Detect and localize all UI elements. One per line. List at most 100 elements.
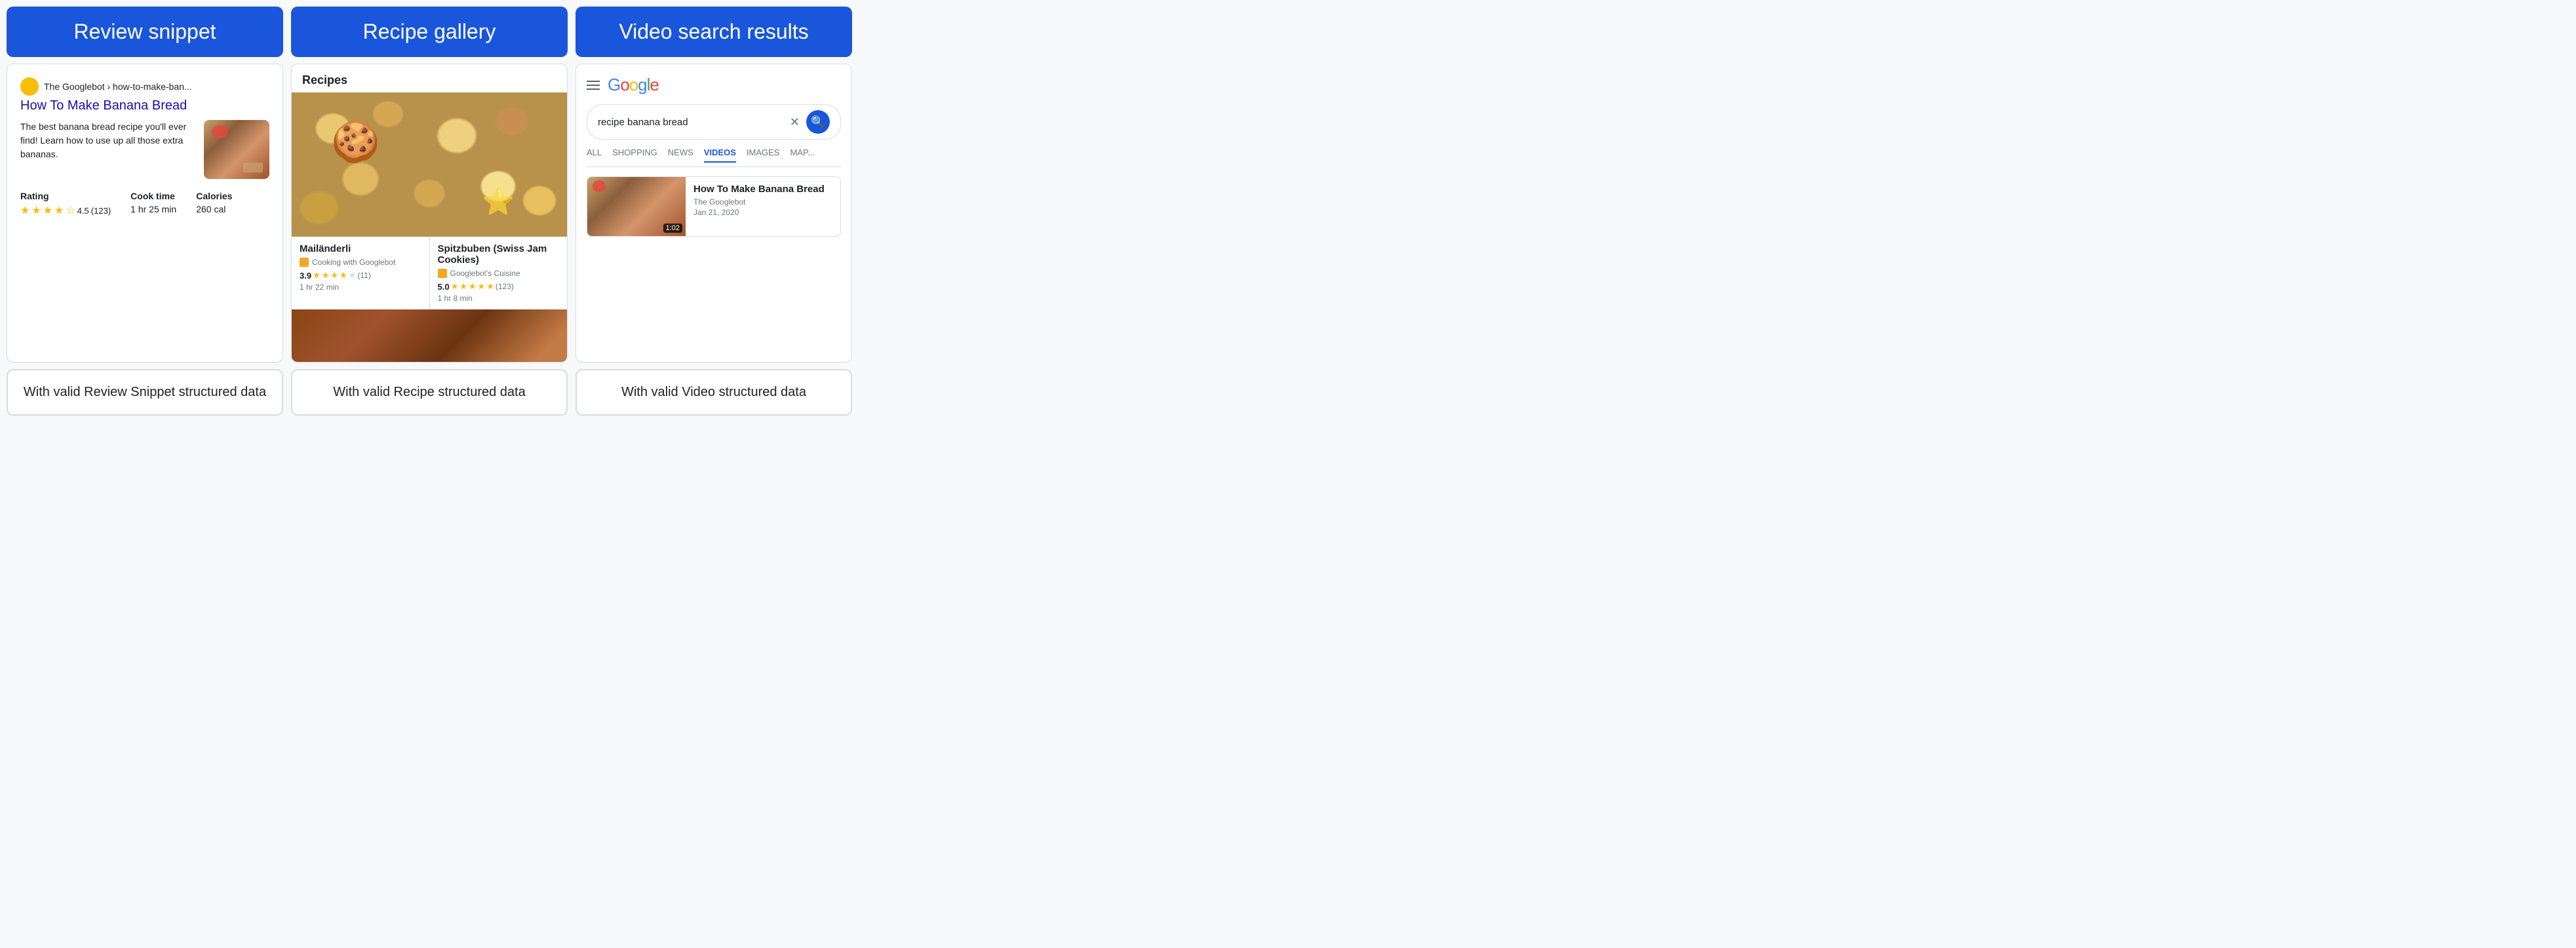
video-search-card: Google recipe banana bread ✕ 🔍 ALL SHOPP… (576, 64, 852, 363)
video-duration: 1:02 (663, 224, 682, 233)
recipe-gallery-bottom-label: With valid Recipe structured data (291, 369, 568, 416)
cook-time-stat: Cook time 1 hr 25 min (130, 191, 176, 217)
recipe-gallery-card: Recipes Mailänderli Cooking with Googleb… (291, 64, 568, 363)
recipe-main-image (292, 92, 567, 237)
recipe-item-1-source-row: Cooking with Googlebot (300, 258, 421, 267)
review-snippet-card: The Googlebot › how-to-make-ban... How T… (7, 64, 283, 363)
star-half: ☆ (66, 204, 75, 217)
video-top-bar: Google (587, 75, 841, 95)
review-snippet-title: Review snippet (74, 20, 216, 43)
recipe-item-2-star-2: ★ (459, 281, 467, 292)
recipe-item-2-source: Googlebot's Cuisine (450, 269, 520, 278)
recipe-item-2-source-icon (438, 269, 447, 278)
recipe-item-1[interactable]: Mailänderli Cooking with Googlebot 3.9 ★… (292, 237, 430, 309)
recipe-item-2-count: (123) (496, 282, 514, 291)
search-tabs: ALL SHOPPING NEWS VIDEOS IMAGES MAP... (587, 148, 841, 167)
hamburger-line-2 (587, 85, 600, 86)
food-image-placeholder (204, 120, 269, 179)
video-search-title: Video search results (619, 20, 808, 43)
cook-time-label: Cook time (130, 191, 176, 201)
tab-videos[interactable]: VIDEOS (704, 148, 736, 163)
star-4: ★ (54, 204, 64, 217)
star-1: ★ (20, 204, 29, 217)
recipe-item-2[interactable]: Spitzbuben (Swiss Jam Cookies) Googlebot… (430, 237, 568, 309)
video-search-bottom-label: With valid Video structured data (576, 369, 852, 416)
review-food-image (204, 120, 269, 179)
hamburger-line-1 (587, 81, 600, 82)
review-snippet-column: Review snippet The Googlebot › how-to-ma… (7, 7, 283, 416)
video-search-header: Video search results (576, 7, 852, 57)
hamburger-line-3 (587, 89, 600, 90)
recipe-item-1-star-5: ★ (349, 270, 357, 281)
tab-news[interactable]: NEWS (668, 148, 693, 163)
recipe-item-1-star-4: ★ (340, 270, 347, 281)
video-thumbnail: 1:02 (587, 177, 686, 236)
recipe-item-2-source-row: Googlebot's Cuisine (438, 269, 560, 278)
recipe-item-1-star-3: ★ (330, 270, 338, 281)
recipe-gallery-title: Recipe gallery (363, 20, 496, 43)
video-result[interactable]: 1:02 How To Make Banana Bread The Google… (587, 176, 841, 237)
tab-maps[interactable]: MAP... (790, 148, 814, 163)
video-channel: The Googlebot (693, 197, 834, 207)
review-body-row: The best banana bread recipe you'll ever… (20, 120, 269, 179)
tab-all[interactable]: ALL (587, 148, 602, 163)
review-title[interactable]: How To Make Banana Bread (20, 98, 269, 113)
star-3: ★ (43, 204, 52, 217)
recipe-item-1-source: Cooking with Googlebot (312, 258, 395, 267)
recipe-item-2-star-4: ★ (478, 281, 486, 292)
review-site-row: The Googlebot › how-to-make-ban... (20, 77, 269, 96)
rating-label: Rating (20, 191, 111, 201)
cookies-background (292, 92, 567, 237)
recipe-item-2-name: Spitzbuben (Swiss Jam Cookies) (438, 243, 560, 266)
video-title: How To Make Banana Bread (693, 184, 834, 195)
recipe-second-image (292, 309, 567, 362)
video-search-column: Video search results Google recipe banan… (576, 7, 852, 416)
cook-time-value: 1 hr 25 min (130, 204, 176, 214)
tab-images[interactable]: IMAGES (747, 148, 780, 163)
review-stats: Rating ★ ★ ★ ★ ☆ 4.5 (123) Cook time 1 h… (20, 191, 269, 217)
recipe-section-title: Recipes (292, 64, 567, 92)
review-snippet-header: Review snippet (7, 7, 283, 57)
recipe-item-1-stars-row: 3.9 ★ ★ ★ ★ ★ (11) (300, 270, 421, 281)
recipe-item-2-rating: 5.0 (438, 282, 450, 292)
recipe-item-2-time: 1 hr 8 min (438, 294, 560, 303)
star-2: ★ (31, 204, 41, 217)
recipe-gallery-header: Recipe gallery (291, 7, 568, 57)
recipe-item-1-star-1: ★ (313, 270, 321, 281)
stars-row: ★ ★ ★ ★ ☆ 4.5 (123) (20, 204, 111, 217)
recipe-items-row: Mailänderli Cooking with Googlebot 3.9 ★… (292, 237, 567, 309)
calories-value: 260 cal (196, 204, 232, 214)
recipe-item-1-name: Mailänderli (300, 243, 421, 254)
google-e: e (650, 75, 658, 94)
video-date: Jan 21, 2020 (693, 208, 834, 217)
hamburger-menu-icon[interactable] (587, 81, 600, 90)
rating-value: 4.5 (77, 206, 89, 216)
google-g: G (608, 75, 620, 94)
tab-shopping[interactable]: SHOPPING (612, 148, 657, 163)
recipe-item-1-time: 1 hr 22 min (300, 283, 421, 292)
recipe-item-1-rating: 3.9 (300, 271, 311, 281)
recipe-item-1-source-icon (300, 258, 309, 267)
search-button[interactable]: 🔍 (806, 110, 830, 134)
main-container: Review snippet The Googlebot › how-to-ma… (0, 0, 859, 422)
review-snippet-bottom-label: With valid Review Snippet structured dat… (7, 369, 283, 416)
recipe-item-2-star-1: ★ (451, 281, 459, 292)
google-g2: g (638, 75, 646, 94)
review-description: The best banana bread recipe you'll ever… (20, 120, 195, 161)
recipe-item-1-count: (11) (357, 271, 370, 280)
site-favicon (20, 77, 39, 96)
recipe-item-2-star-5: ★ (486, 281, 494, 292)
site-url: The Googlebot › how-to-make-ban... (44, 81, 192, 92)
recipe-item-2-stars-row: 5.0 ★ ★ ★ ★ ★ (123) (438, 281, 560, 292)
recipe-item-1-star-2: ★ (322, 270, 330, 281)
recipe-gallery-column: Recipe gallery Recipes Mailänderli Cooki… (291, 7, 568, 416)
google-logo: Google (608, 75, 659, 95)
rating-count: (123) (91, 206, 111, 216)
search-query-text: recipe banana bread (598, 117, 783, 128)
search-bar[interactable]: recipe banana bread ✕ 🔍 (587, 104, 841, 140)
search-clear-icon[interactable]: ✕ (790, 115, 800, 129)
calories-label: Calories (196, 191, 232, 201)
google-o1: o (620, 75, 629, 94)
recipe-item-2-star-3: ★ (469, 281, 477, 292)
calories-stat: Calories 260 cal (196, 191, 232, 217)
